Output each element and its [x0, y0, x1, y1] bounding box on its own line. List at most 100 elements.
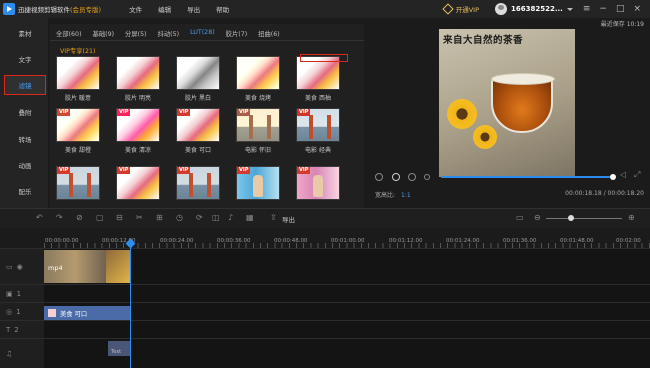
filter-item[interactable]: VIP [176, 166, 220, 203]
mosaic-icon[interactable]: ▦ [246, 214, 254, 222]
minimize-icon[interactable]: − [599, 4, 607, 14]
sidebar-item-music[interactable]: 配乐 [4, 181, 46, 201]
sidebar-item-animation[interactable]: 动画 [4, 155, 46, 175]
sidebar-item-overlay[interactable]: 叠附 [4, 102, 46, 122]
filter-thumbnail[interactable] [236, 56, 280, 90]
export-button[interactable]: 导出 [282, 214, 295, 224]
filter-item[interactable]: VIP 电影 怀旧 [236, 108, 280, 154]
sidebar-item-text[interactable]: 文字 [4, 49, 46, 69]
lock-icon[interactable]: ▭ [6, 263, 13, 271]
redo-icon[interactable]: ↷ [56, 214, 63, 222]
menu-export[interactable]: 导出 [187, 4, 200, 14]
prev-icon[interactable] [375, 173, 383, 181]
filter-item[interactable]: VIP 美食 清凉 [116, 108, 160, 154]
filter-thumbnail[interactable]: VIP [176, 166, 220, 200]
vip-badge-icon: VIP [177, 167, 191, 174]
time-ruler[interactable]: 00:00:00.00 00:00:12.00 00:00:24.00 00:0… [0, 228, 650, 248]
preview-caption: 来自大自然的茶香 [443, 35, 524, 46]
filter-track[interactable]: ◎ 1 美食 可口 [0, 302, 650, 320]
music-track[interactable]: ♫ Text [0, 338, 650, 368]
undo-icon[interactable]: ↶ [36, 214, 43, 222]
sidebar-item-material[interactable]: 素材 [4, 23, 46, 43]
crop-icon[interactable]: ▢ [96, 214, 104, 222]
chevron-down-icon[interactable] [566, 7, 573, 11]
filter-item[interactable]: VIP [296, 166, 340, 203]
rotate-icon[interactable]: ⟳ [196, 214, 203, 222]
stop-icon[interactable] [424, 174, 430, 180]
mic-icon[interactable]: ♪ [228, 214, 233, 222]
video-clip[interactable] [106, 250, 131, 283]
menu-help[interactable]: 帮助 [216, 4, 229, 14]
filter-item[interactable]: VIP [116, 166, 160, 203]
zoom-handle[interactable] [568, 215, 574, 221]
filter-thumbnail[interactable]: VIP [56, 108, 100, 142]
trim-icon[interactable]: ⊞ [156, 214, 163, 222]
filter-item[interactable]: VIP [236, 166, 280, 203]
filter-clip[interactable]: 美食 可口 [44, 306, 131, 320]
video-clip[interactable]: mp4 [44, 250, 106, 283]
tab-shake[interactable]: 抖动(5) [158, 29, 180, 38]
menu-icon[interactable]: ≡ [583, 4, 591, 14]
speed-icon[interactable]: ◷ [176, 214, 183, 222]
tab-all[interactable]: 全部(60) [56, 29, 82, 38]
export-icon[interactable]: ⇪ [270, 214, 277, 222]
volume-icon[interactable]: ◁ [620, 171, 626, 179]
vip-button[interactable]: 开通VIP [442, 3, 479, 15]
zoom-out-icon[interactable]: ⊖ [534, 214, 541, 222]
filter-thumbnail[interactable] [176, 56, 220, 90]
app-title: 迅捷视频剪辑软件(会员专版) [18, 6, 102, 14]
filter-thumbnail[interactable]: VIP [56, 166, 100, 200]
tab-film[interactable]: 胶片(7) [226, 29, 248, 38]
split-icon[interactable]: ⊘ [76, 214, 83, 222]
filter-thumbnail[interactable]: VIP [296, 108, 340, 142]
fullscreen-icon[interactable]: ⤢ [634, 171, 640, 179]
eye-icon[interactable]: ◉ [17, 263, 23, 271]
sidebar-item-filter[interactable]: 滤镜 [4, 75, 46, 95]
filter-thumbnail[interactable]: VIP [296, 166, 340, 200]
filter-thumbnail[interactable]: VIP [176, 108, 220, 142]
tab-lut[interactable]: LUT(28) [190, 29, 215, 38]
music-icon: ♫ [6, 349, 13, 358]
filter-thumbnail[interactable]: VIP [116, 108, 160, 142]
next-icon[interactable] [408, 173, 416, 181]
username[interactable]: 166382522... [511, 5, 563, 13]
filter-item[interactable]: VIP 电影 经典 [296, 108, 340, 154]
video-track[interactable]: ▭ ◉ mp4 [0, 248, 650, 284]
tab-basic[interactable]: 基础(9) [93, 29, 115, 38]
zoom-slider[interactable] [546, 218, 622, 219]
filter-item[interactable]: 美食 烧烤 [236, 56, 280, 102]
progress-handle[interactable] [610, 174, 616, 180]
filter-thumbnail[interactable]: VIP [236, 108, 280, 142]
filter-thumbnail[interactable] [56, 56, 100, 90]
tab-split[interactable]: 分屏(5) [125, 29, 147, 38]
text-clip[interactable]: Text [108, 341, 131, 356]
fit-icon[interactable]: ▭ [516, 214, 524, 222]
close-icon[interactable]: × [633, 4, 641, 14]
cut-icon[interactable]: ✂ [136, 214, 143, 222]
filter-item[interactable]: 美食 西柚 [296, 56, 340, 102]
filter-item[interactable]: VIP 美食 甜橙 [56, 108, 100, 154]
menu-edit[interactable]: 编辑 [158, 4, 171, 14]
filter-item[interactable]: 胶片 暖意 [56, 56, 100, 102]
menu-file[interactable]: 文件 [129, 4, 142, 14]
progress-bar[interactable] [441, 176, 613, 178]
play-icon[interactable] [392, 173, 400, 181]
maximize-icon[interactable]: □ [616, 4, 625, 14]
text-track[interactable]: T2 [0, 320, 650, 338]
overlay-track[interactable]: ▣ 1 [0, 284, 650, 302]
filter-item[interactable]: 胶片 黑白 [176, 56, 220, 102]
filter-item[interactable]: VIP 美食 可口 [176, 108, 220, 154]
filter-thumbnail[interactable]: VIP [116, 166, 160, 200]
tab-distort[interactable]: 扭曲(6) [258, 29, 280, 38]
sidebar-item-transition[interactable]: 转场 [4, 129, 46, 149]
filter-item[interactable]: 胶片 明亮 [116, 56, 160, 102]
filter-item[interactable]: VIP [56, 166, 100, 203]
avatar[interactable] [495, 3, 508, 15]
filter-thumbnail[interactable] [116, 56, 160, 90]
filter-thumbnail[interactable]: VIP [236, 166, 280, 200]
freeze-icon[interactable]: ◫ [212, 214, 220, 222]
playhead-line[interactable] [130, 244, 131, 368]
aspect-ratio[interactable]: 宽高比: 1:1 [375, 190, 411, 199]
delete-icon[interactable]: ⊟ [116, 214, 123, 222]
zoom-in-icon[interactable]: ⊕ [628, 214, 635, 222]
